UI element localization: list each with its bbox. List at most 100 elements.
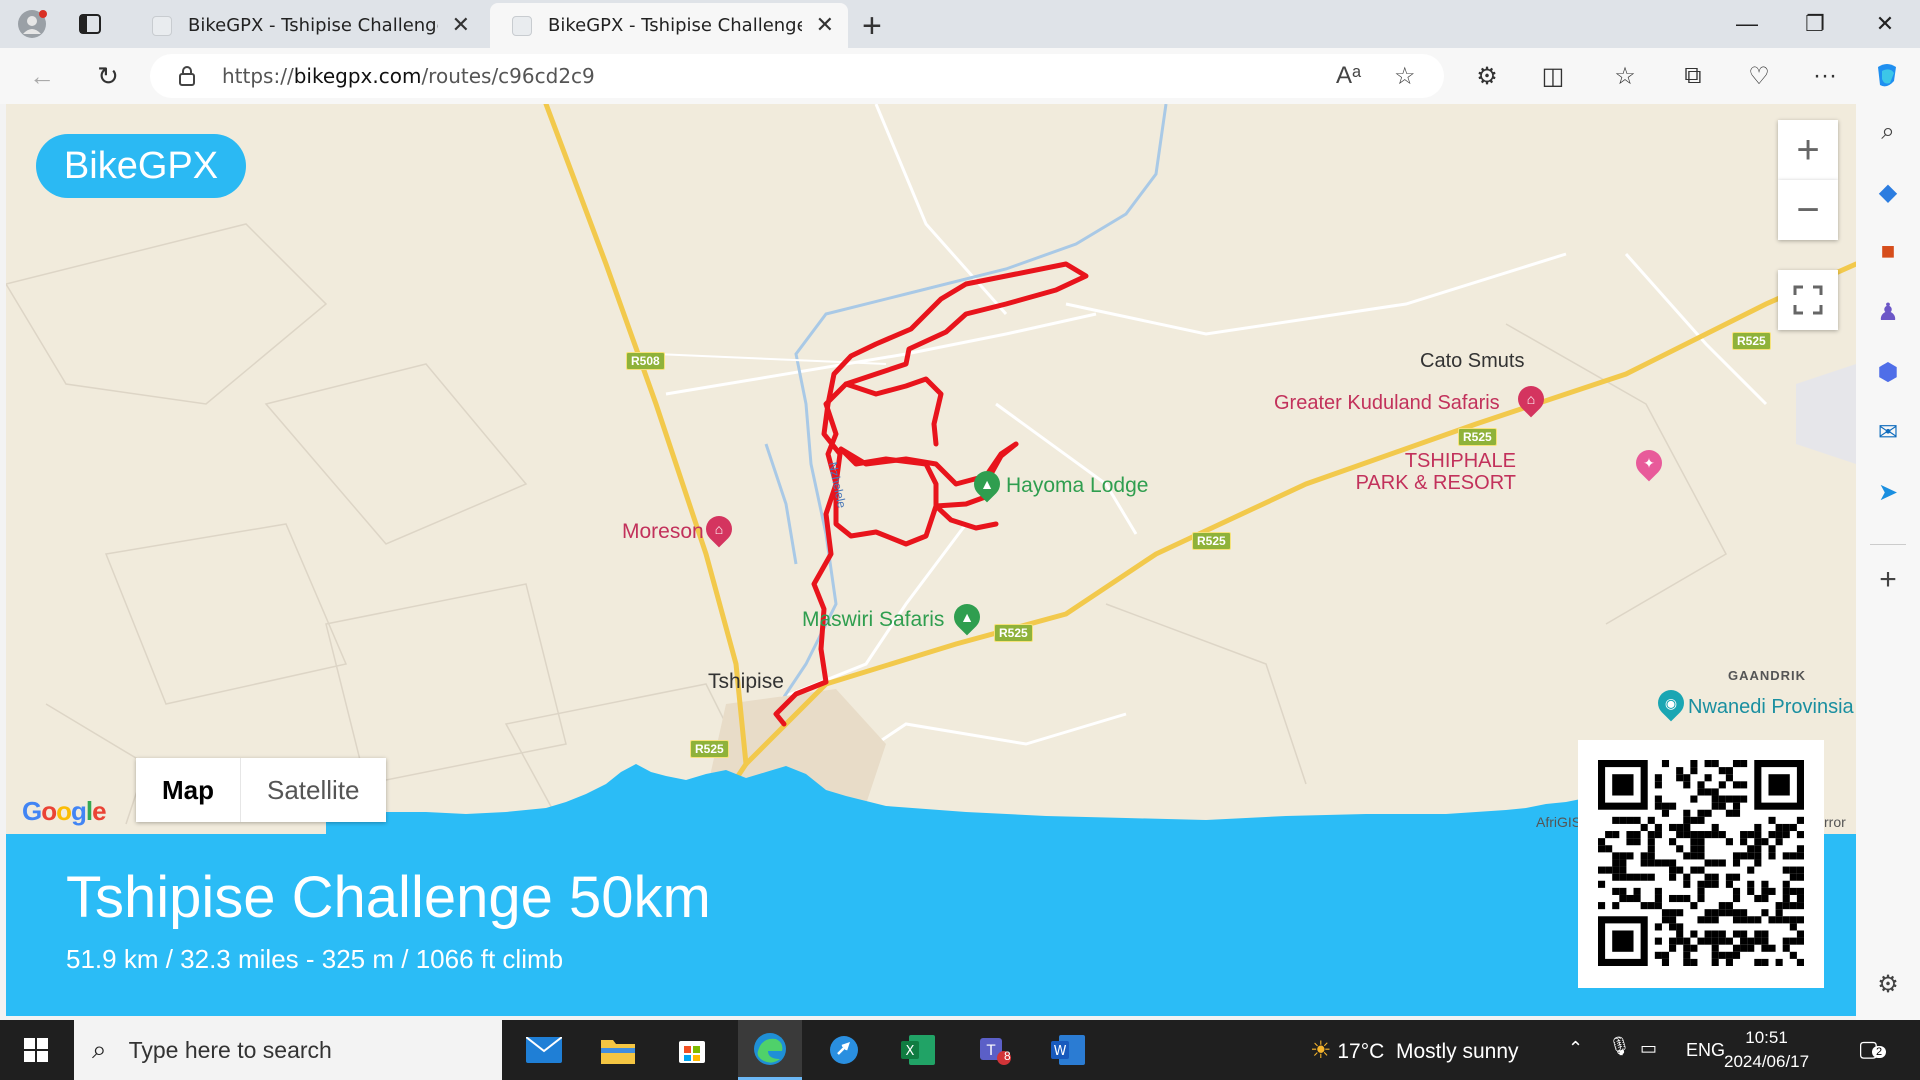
park-pin-icon[interactable]: ▲ xyxy=(968,465,1006,503)
fullscreen-button[interactable] xyxy=(1778,270,1838,330)
clock[interactable]: 10:51 2024/06/17 xyxy=(1724,1026,1809,1074)
minimize-icon[interactable]: — xyxy=(1720,6,1774,42)
route-page: Hayoma Lodge ▲ Moreson ⌂ Maswiri Safaris… xyxy=(6,104,1856,1016)
back-icon[interactable]: ← xyxy=(24,60,60,92)
road-shield-r525: R525 xyxy=(1458,428,1497,446)
excel-icon[interactable]: X xyxy=(896,1030,940,1070)
google-logo: Google xyxy=(22,796,107,826)
edge-sidebar: ⌕ ◆ ■ ♟ ⬢ ✉ ➤ + ⚙ xyxy=(1856,104,1920,1020)
lock-icon[interactable] xyxy=(178,65,196,92)
shopping-tag-icon[interactable]: ◆ xyxy=(1872,176,1904,208)
word-icon[interactable]: W xyxy=(1046,1030,1090,1070)
sun-cloud-icon: ☀ xyxy=(1310,1037,1332,1064)
collections-icon[interactable]: ⧉ xyxy=(1676,60,1710,92)
svg-text:T: T xyxy=(986,1043,996,1059)
camera-pin-icon[interactable]: ◉ xyxy=(1652,684,1690,722)
notification-badge: 2 xyxy=(1872,1046,1887,1058)
hotel-pin-icon[interactable]: ⌂ xyxy=(1512,380,1550,418)
map-type-satellite-button[interactable]: Satellite xyxy=(240,758,386,822)
tab-bikegpx-1[interactable]: BikeGPX - Tshipise Challenge 50km ✕ xyxy=(130,3,484,48)
zoom-out-button[interactable]: − xyxy=(1778,180,1838,240)
route-title: Tshipise Challenge 50km xyxy=(66,865,711,930)
profile-avatar-icon[interactable] xyxy=(16,8,48,40)
address-bar[interactable]: https://bikegpx.com/routes/c96cd2c9 Aᵃ ☆ xyxy=(150,54,1444,98)
address-toolbar: ← ↻ https://bikegpx.com/routes/c96cd2c9 … xyxy=(0,48,1920,104)
svg-text:W: W xyxy=(1054,1044,1067,1059)
link-app-icon[interactable] xyxy=(822,1030,866,1070)
microphone-icon[interactable]: 🎙 xyxy=(1608,1036,1631,1057)
ms-store-icon[interactable] xyxy=(670,1030,714,1070)
extensions-icon[interactable]: ⚙ xyxy=(1470,60,1504,92)
copilot-icon[interactable] xyxy=(1870,60,1904,92)
map-attribution: AfriGIS xyxy=(1536,814,1582,830)
office-icon[interactable]: ⬢ xyxy=(1872,356,1904,388)
url-text[interactable]: https://bikegpx.com/routes/c96cd2c9 xyxy=(222,64,595,88)
favorite-star-icon[interactable]: ☆ xyxy=(1394,62,1416,91)
language-indicator[interactable]: ENG xyxy=(1686,1040,1725,1061)
vertical-tabs-icon[interactable] xyxy=(74,8,106,40)
add-icon[interactable]: + xyxy=(1872,563,1904,596)
svg-text:X: X xyxy=(906,1044,915,1059)
browser-essentials-icon[interactable]: ♡ xyxy=(1742,60,1776,92)
road-shield-r525: R525 xyxy=(1192,532,1231,550)
tab-title: BikeGPX - Tshipise Challenge 50km xyxy=(188,15,438,36)
tshiphale-label[interactable]: TSHIPHALE PARK & RESORT xyxy=(1356,450,1516,494)
mail-app-icon[interactable] xyxy=(522,1030,566,1070)
edge-browser-icon[interactable] xyxy=(738,1020,802,1080)
split-screen-icon[interactable]: ◫ xyxy=(1536,60,1570,92)
resort-pin-icon[interactable]: ✦ xyxy=(1630,444,1668,482)
tab-title: BikeGPX - Tshipise Challenge 50km xyxy=(548,15,802,36)
tshipise-label[interactable]: Tshipise xyxy=(708,670,784,694)
maswiri-safaris-label[interactable]: Maswiri Safaris xyxy=(802,608,944,632)
favorites-icon[interactable]: ☆ xyxy=(1608,60,1642,92)
gaandrik-label: GAANDRIK xyxy=(1728,668,1807,683)
tools-icon[interactable]: ■ xyxy=(1872,236,1904,268)
qr-code xyxy=(1578,740,1824,988)
search-placeholder: Type here to search xyxy=(128,1036,332,1063)
teams-badge: 8 xyxy=(1004,1049,1011,1063)
clock-date: 2024/06/17 xyxy=(1724,1052,1810,1071)
weather-widget[interactable]: ☀ 17°C Mostly sunny xyxy=(1310,1036,1519,1065)
refresh-icon[interactable]: ↻ xyxy=(90,60,126,92)
file-explorer-icon[interactable] xyxy=(596,1030,640,1070)
restore-icon[interactable]: ❐ xyxy=(1788,6,1842,42)
park-pin-icon[interactable]: ▲ xyxy=(948,598,986,636)
close-tab-icon[interactable]: ✕ xyxy=(452,13,470,38)
teams-icon[interactable]: T 8 xyxy=(972,1030,1016,1070)
hotel-pin-icon[interactable]: ⌂ xyxy=(700,510,738,548)
settings-gear-icon[interactable]: ⚙ xyxy=(1872,968,1904,1000)
chevron-up-icon[interactable]: ⌃ xyxy=(1568,1038,1583,1059)
tab-favicon-icon xyxy=(512,15,532,36)
sidebar-divider xyxy=(1870,544,1906,545)
clock-time: 10:51 xyxy=(1745,1028,1788,1047)
read-aloud-icon[interactable]: Aᵃ xyxy=(1336,62,1361,90)
tab-bikegpx-2[interactable]: BikeGPX - Tshipise Challenge 50km ✕ xyxy=(490,3,848,48)
taskbar: ⌕ Type here to search X T 8 W ☀ 17°C Mos… xyxy=(0,1020,1920,1080)
bikegpx-logo-button[interactable]: BikeGPX xyxy=(36,134,246,198)
games-icon[interactable]: ♟ xyxy=(1872,296,1904,328)
nwanedi-label[interactable]: Nwanedi Provinsia xyxy=(1688,696,1854,719)
qr-code-icon xyxy=(1598,760,1804,966)
map-error-link[interactable]: rror xyxy=(1824,814,1846,830)
windows-start-icon[interactable] xyxy=(14,1030,58,1070)
map-type-map-button[interactable]: Map xyxy=(136,758,240,822)
outlook-icon[interactable]: ✉ xyxy=(1872,416,1904,448)
send-icon[interactable]: ➤ xyxy=(1872,476,1904,508)
new-tab-icon[interactable]: + xyxy=(862,7,882,46)
road-shield-r508: R508 xyxy=(626,352,665,370)
more-menu-icon[interactable]: ··· xyxy=(1808,60,1842,92)
kuduland-label[interactable]: Greater Kuduland Safaris xyxy=(1274,392,1500,415)
battery-icon[interactable]: ▭ xyxy=(1640,1038,1657,1059)
notification-icon[interactable]: ▢ 2 xyxy=(1858,1036,1887,1062)
zoom-in-button[interactable]: + xyxy=(1778,120,1838,180)
fullscreen-icon xyxy=(1793,285,1823,315)
road-shield-r525: R525 xyxy=(1732,332,1771,350)
close-tab-icon[interactable]: ✕ xyxy=(816,13,834,38)
moreson-label[interactable]: Moreson xyxy=(622,520,704,544)
taskbar-search[interactable]: ⌕ Type here to search xyxy=(74,1020,502,1080)
close-window-icon[interactable]: ✕ xyxy=(1858,6,1912,42)
search-icon[interactable]: ⌕ xyxy=(1872,116,1904,148)
cato-smuts-label[interactable]: Cato Smuts xyxy=(1420,350,1524,373)
road-shield-r525: R525 xyxy=(994,624,1033,642)
hayoma-lodge-label[interactable]: Hayoma Lodge xyxy=(1006,474,1148,498)
